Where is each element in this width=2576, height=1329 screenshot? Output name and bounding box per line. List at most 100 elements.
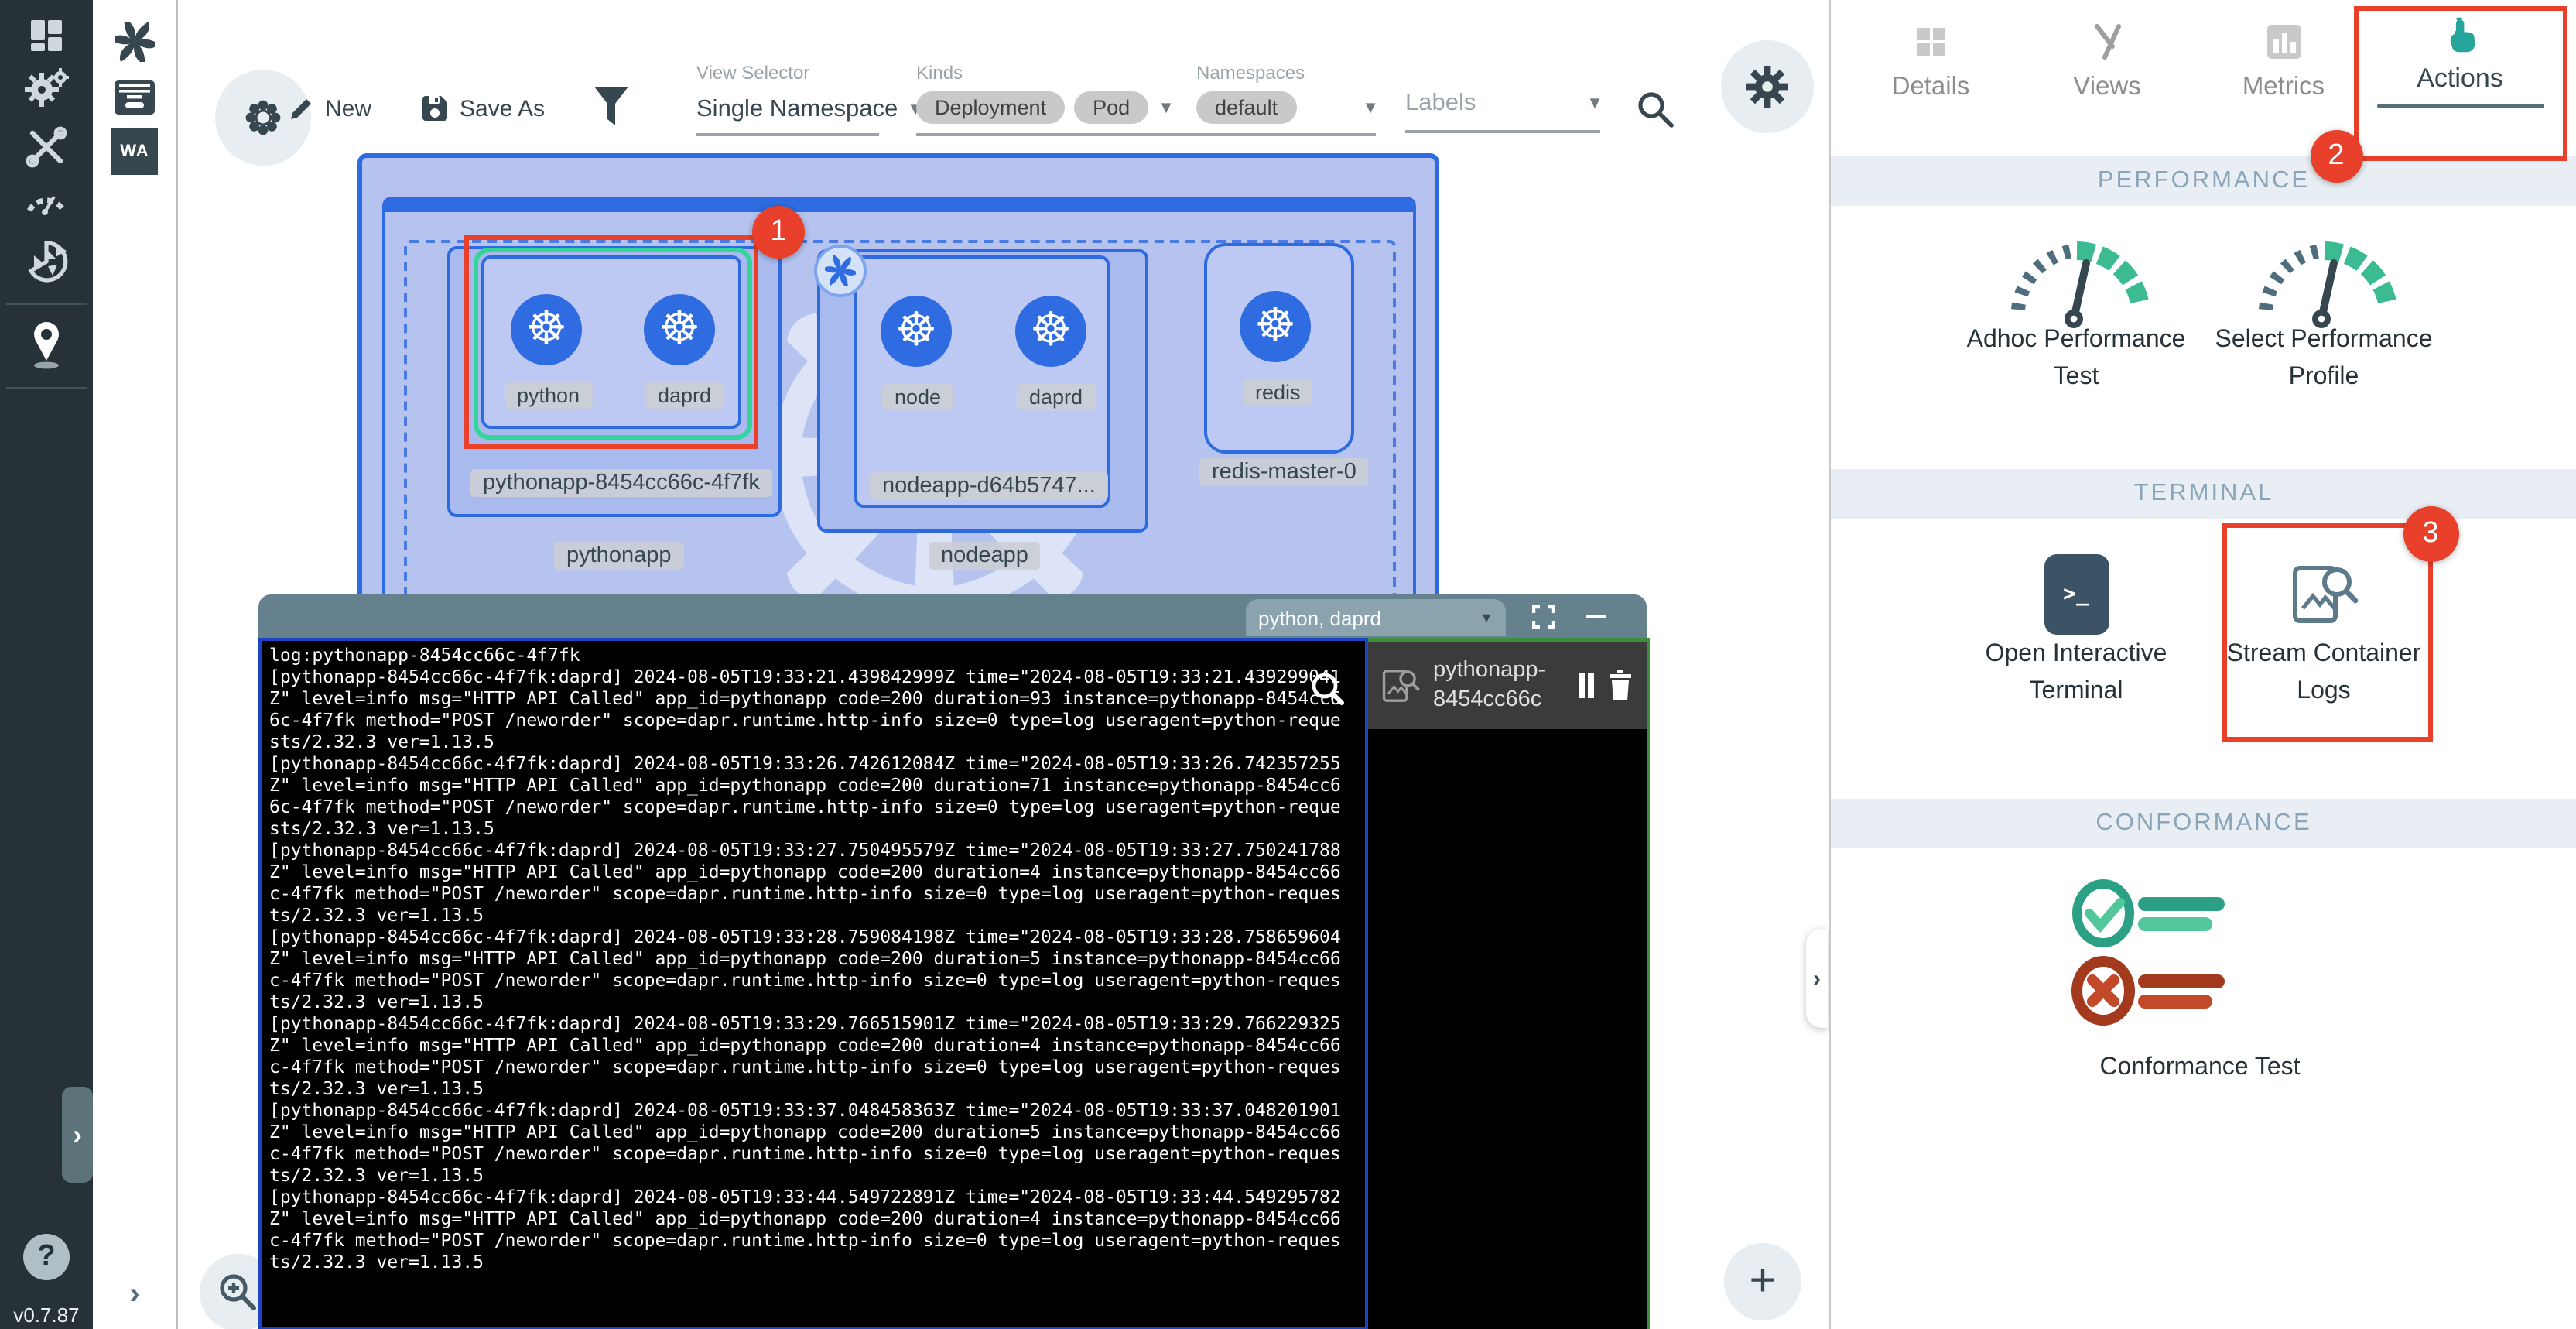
conformance-section-header: CONFORMANCE xyxy=(1830,799,2576,848)
help-button[interactable]: ? xyxy=(23,1234,70,1280)
container-node-icon[interactable]: ☸ xyxy=(881,296,952,367)
pod-nodeapp[interactable] xyxy=(854,255,1110,508)
wa-label: WA xyxy=(120,142,149,161)
pencil-icon xyxy=(288,95,314,122)
terminal-section-header: TERMINAL xyxy=(1830,469,2576,519)
tab-views[interactable]: Views xyxy=(2022,15,2192,108)
container-daprd2-icon[interactable]: ☸ xyxy=(1015,296,1086,367)
select-performance-profile-button[interactable] xyxy=(2208,235,2440,331)
gear-icon xyxy=(1746,65,1789,108)
secondary-toolbar: WA › xyxy=(93,0,178,1329)
adhoc-performance-button[interactable] xyxy=(1960,235,2192,331)
container-label: node xyxy=(882,384,953,410)
mesh-spiral-icon[interactable] xyxy=(93,19,176,65)
sidebar-divider xyxy=(6,303,87,305)
conformance-checklist-icon xyxy=(2067,872,2240,1033)
namespaces-field[interactable]: Namespaces default ▼ xyxy=(1196,62,1379,135)
settings-button[interactable] xyxy=(1721,40,1814,133)
open-interactive-terminal-button[interactable]: >_ xyxy=(2037,553,2115,636)
deployment-label: pythonapp xyxy=(554,542,683,570)
chevron-down-icon: ▼ xyxy=(1362,98,1379,117)
kind-chip-deployment[interactable]: Deployment xyxy=(916,91,1065,124)
log-text: log:pythonapp-8454cc66c-4f7fk [pythonapp… xyxy=(262,641,1365,1276)
annotation-badge-1: 1 xyxy=(752,206,805,259)
question-mark-icon: ? xyxy=(37,1240,55,1274)
new-button[interactable]: New xyxy=(282,87,378,130)
chevron-right-icon: › xyxy=(129,1276,139,1312)
container-label: daprd xyxy=(1017,384,1095,410)
performance-section-header: PERFORMANCE xyxy=(1830,156,2576,206)
sidebar-expand-button[interactable]: › xyxy=(62,1087,93,1183)
save-as-button[interactable]: Save As xyxy=(412,87,554,130)
view-selector-value: Single Namespace xyxy=(696,96,898,124)
extensions-pie-icon[interactable] xyxy=(0,235,93,288)
details-grid-icon xyxy=(1912,22,1949,60)
annotation-badge-3: 3 xyxy=(2403,506,2458,562)
terminal-header[interactable]: python, daprd ▼ xyxy=(258,594,1647,638)
filter-button[interactable] xyxy=(588,84,635,130)
pod-label: redis-master-0 xyxy=(1199,458,1369,486)
details-panel: Details Views Metrics Actions 2 PERFORMA… xyxy=(1829,0,2576,1329)
conformance-test-label[interactable]: Conformance Test xyxy=(2045,1050,2355,1087)
left-sidebar: › ? v0.7.87 xyxy=(0,0,93,1329)
catalog-inbox-icon[interactable] xyxy=(93,74,176,121)
trash-icon[interactable] xyxy=(1606,670,1634,701)
search-icon xyxy=(1636,90,1676,130)
terminal-fullscreen-button[interactable] xyxy=(1524,599,1562,633)
tab-metrics-label: Metrics xyxy=(2242,72,2325,101)
session-row[interactable]: pythonapp- 8454cc66c xyxy=(1368,642,1647,729)
kanvas-pin-icon[interactable] xyxy=(0,319,93,372)
funnel-icon xyxy=(594,87,628,127)
tab-details-label: Details xyxy=(1892,72,1970,101)
session-pause-button[interactable] xyxy=(1579,673,1594,698)
save-icon xyxy=(421,94,449,122)
log-search-icon[interactable] xyxy=(1311,672,1345,706)
save-as-label: Save As xyxy=(460,95,545,122)
session-sidebar: pythonapp- 8454cc66c xyxy=(1368,638,1647,1329)
tab-details[interactable]: Details xyxy=(1846,15,2016,108)
chevron-down-icon: ▼ xyxy=(1586,94,1603,113)
sidebar-divider-2 xyxy=(6,387,87,389)
conformance-test-button[interactable] xyxy=(2061,867,2246,1037)
log-output[interactable]: log:pythonapp-8454cc66c-4f7fk [pythonapp… xyxy=(258,638,1368,1329)
annotation-box-2 xyxy=(2353,6,2567,161)
add-node-fab[interactable]: + xyxy=(1724,1243,1801,1320)
pause-icon xyxy=(1588,673,1594,698)
session-name-line2: 8454cc66c xyxy=(1433,686,1566,715)
container-selector-value: python, daprd xyxy=(1258,606,1381,629)
app-window: › ? v0.7.87 WA › xyxy=(0,0,2576,1329)
tab-metrics[interactable]: Metrics xyxy=(2198,15,2369,108)
view-selector-field[interactable]: View Selector Single Namespace ▼ xyxy=(696,62,882,135)
kind-chip-pod[interactable]: Pod xyxy=(1074,91,1148,124)
configuration-tools-icon[interactable] xyxy=(0,121,93,173)
log-terminal-window[interactable]: python, daprd ▼ log:pythonapp-8454cc66c-… xyxy=(258,594,1647,1329)
kinds-field[interactable]: Kinds Deployment Pod ▼ xyxy=(916,62,1201,135)
wasm-filters-icon[interactable]: WA xyxy=(93,128,176,175)
fullscreen-icon xyxy=(1531,605,1555,628)
view-selector-label: View Selector xyxy=(696,62,882,84)
container-redis-icon[interactable]: ☸ xyxy=(1240,291,1311,362)
panel-collapse-handle[interactable]: › xyxy=(1806,929,1828,1028)
terminal-minimize-button[interactable] xyxy=(1577,599,1614,633)
annotation-box-3 xyxy=(2222,523,2432,742)
performance-speedometer-icon[interactable] xyxy=(0,173,93,226)
strip-expand-chevron[interactable]: › xyxy=(93,1272,176,1316)
chevron-down-icon: ▼ xyxy=(1480,610,1493,625)
search-button[interactable] xyxy=(1631,85,1681,135)
kinds-label: Kinds xyxy=(916,62,1201,84)
annotation-badge-2: 2 xyxy=(2310,130,2362,183)
metrics-bar-chart-icon xyxy=(2265,22,2302,60)
pod-label: pythonapp-8454cc66c-4f7fk xyxy=(470,469,772,497)
select-performance-profile-label[interactable]: Select PerformanceProfile xyxy=(2169,322,2479,396)
terminal-body: log:pythonapp-8454cc66c-4f7fk [pythonapp… xyxy=(258,638,1650,1329)
lifecycle-gears-icon[interactable] xyxy=(0,62,93,115)
namespace-chip-default[interactable]: default xyxy=(1196,91,1296,124)
gauge-icon xyxy=(2243,238,2404,328)
labels-field[interactable]: Labels ▼ xyxy=(1405,90,1603,132)
dapr-sidecar-icon[interactable] xyxy=(814,245,867,297)
chevron-down-icon: ▼ xyxy=(1158,98,1175,117)
dashboard-icon[interactable] xyxy=(0,9,93,62)
terminal-icon: >_ xyxy=(2044,554,2109,635)
pause-icon xyxy=(1579,673,1585,698)
container-selector-dropdown[interactable]: python, daprd ▼ xyxy=(1246,599,1506,636)
